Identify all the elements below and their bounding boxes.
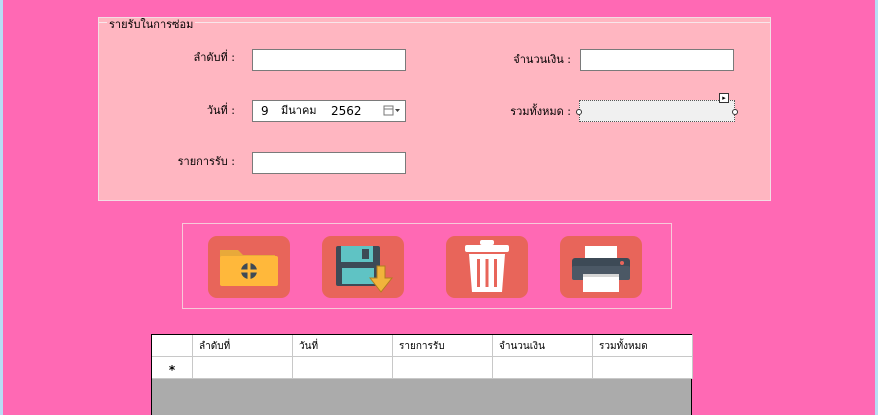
grid-column-header[interactable]: รายการรับ [393,335,493,357]
date-label: วันที่ : [206,104,235,117]
new-row-marker[interactable]: * [152,357,193,379]
total-label: รวมทั้งหมด : [510,105,571,118]
income-item-input[interactable] [252,152,406,174]
action-toolbar [182,223,672,309]
groupbox-title: รายรับในการซ่อม [107,18,196,32]
grid-corner-header[interactable] [152,335,193,357]
date-month[interactable]: มีนาคม [281,101,317,121]
income-item-label: รายการรับ : [177,155,235,168]
grid-cell[interactable] [593,357,693,379]
open-folder-icon [220,250,278,286]
date-year[interactable]: 2562 [331,101,362,121]
grid-header-row: ลำดับที่ วันที่ รายการรับ จำนวนเงิน รวมท… [152,335,693,357]
trash-bin-icon [465,240,509,292]
amount-input[interactable] [580,49,734,71]
calendar-dropdown-icon[interactable] [383,104,401,118]
grid-column-header[interactable]: วันที่ [293,335,393,357]
save-download-icon [336,246,394,293]
delete-button[interactable] [446,236,528,298]
resize-handle-right[interactable] [732,109,738,115]
grid-cell[interactable] [393,357,493,379]
resize-handle-left[interactable] [576,109,582,115]
grid-cell[interactable] [293,357,393,379]
groupbox-border-line [99,22,770,23]
grid-column-header[interactable]: รวมทั้งหมด [593,335,693,357]
grid-column-header[interactable]: ลำดับที่ [193,335,293,357]
grid-cell[interactable] [193,357,293,379]
order-number-input[interactable] [252,49,406,71]
date-day[interactable]: 9 [261,101,269,121]
total-input[interactable] [579,100,735,122]
print-button[interactable] [560,236,642,298]
grid-column-header[interactable]: จำนวนเงิน [493,335,593,357]
date-picker[interactable]: 9 มีนาคม 2562 [252,100,406,122]
amount-label: จำนวนเงิน : [513,53,571,66]
open-button[interactable] [208,236,290,298]
order-number-label: ลำดับที่ : [193,51,236,64]
repair-income-groupbox: รายรับในการซ่อม ลำดับที่ : วันที่ : 9 มี… [98,17,771,201]
save-button[interactable] [322,236,404,298]
income-data-grid[interactable]: ลำดับที่ วันที่ รายการรับ จำนวนเงิน รวมท… [151,334,693,415]
grid-new-row[interactable]: * [152,357,693,379]
grid-cell[interactable] [493,357,593,379]
printer-icon [572,246,630,292]
window-left-edge [0,0,3,415]
smart-tag-arrow-icon[interactable]: ▸ [719,93,729,103]
